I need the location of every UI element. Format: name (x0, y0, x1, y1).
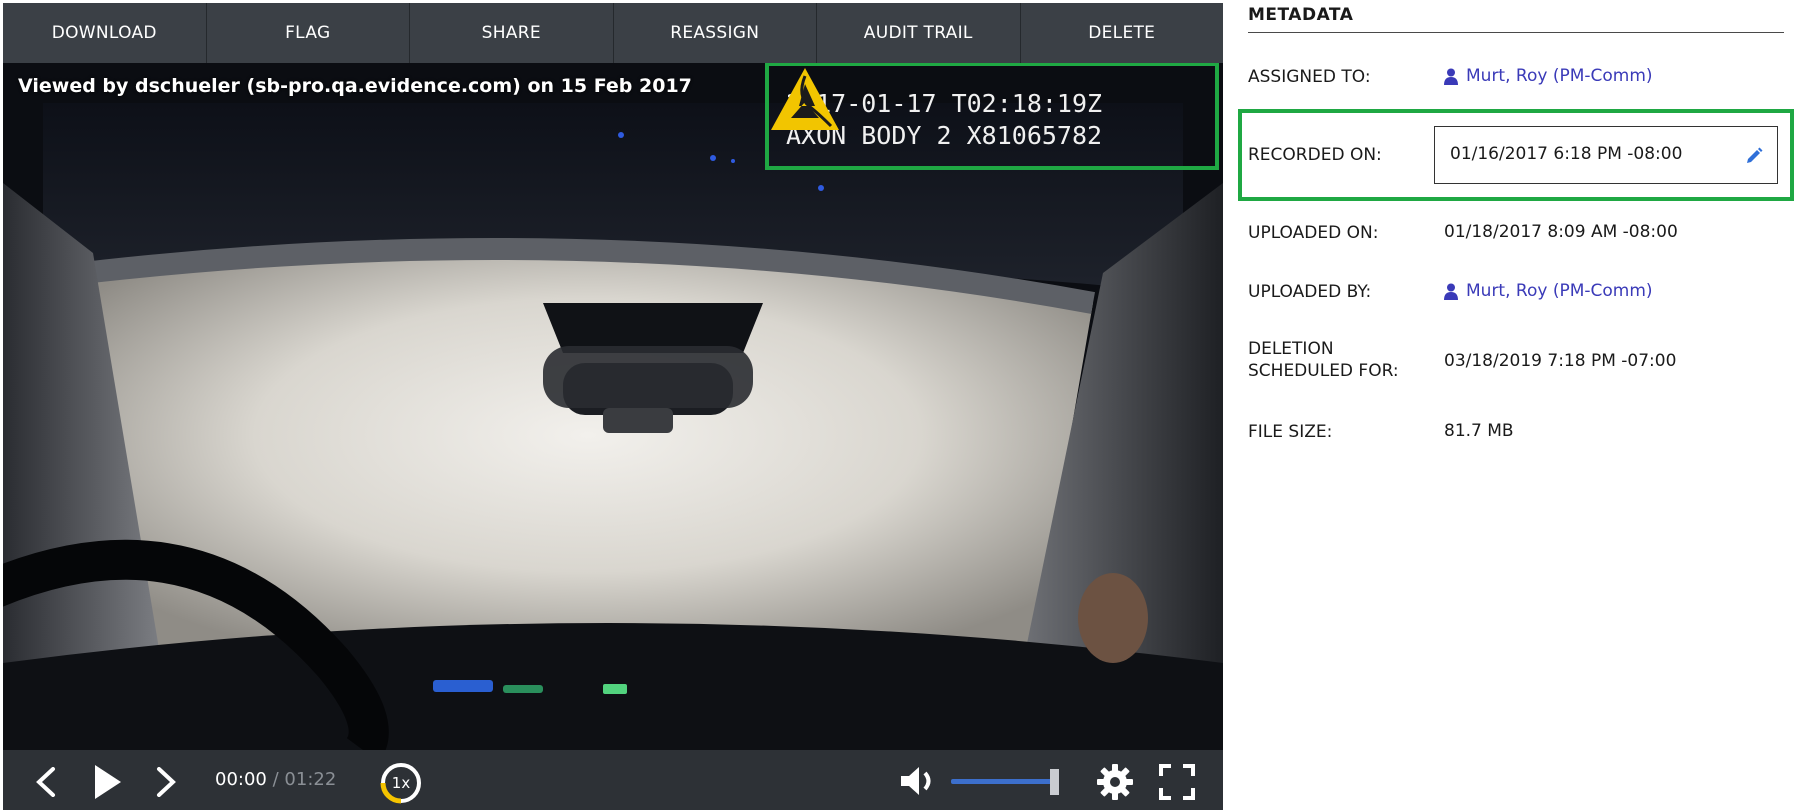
evidence-toolbar: DOWNLOAD FLAG SHARE REASSIGN AUDIT TRAIL… (3, 3, 1223, 63)
file-size-label: FILE SIZE: (1248, 422, 1333, 442)
video-player: DOWNLOAD FLAG SHARE REASSIGN AUDIT TRAIL… (3, 3, 1223, 810)
download-button[interactable]: DOWNLOAD (3, 3, 207, 63)
player-controls: 00:00 / 01:22 1x (3, 750, 1223, 810)
viewed-by-watermark: Viewed by dschueler (sb-pro.qa.evidence.… (18, 75, 692, 97)
assigned-to-value: Murt, Roy (PM-Comm) (1466, 66, 1653, 86)
volume-slider[interactable] (951, 779, 1057, 784)
uploaded-on-value: 01/18/2017 8:09 AM -08:00 (1444, 222, 1678, 242)
deletion-label-line1: DELETION (1248, 339, 1334, 359)
assigned-to-label: ASSIGNED TO: (1248, 67, 1371, 87)
user-icon (1444, 283, 1458, 300)
recorded-on-label: RECORDED ON: (1248, 145, 1382, 165)
assigned-to-link[interactable]: Murt, Roy (PM-Comm) (1444, 66, 1653, 86)
video-frame[interactable]: Viewed by dschueler (sb-pro.qa.evidence.… (3, 63, 1223, 750)
chevron-right-icon[interactable] (155, 767, 177, 797)
gear-icon[interactable] (1096, 763, 1134, 801)
camera-timestamp-overlay: 2017-01-17 T02:18:19Z AXON BODY 2 X81065… (765, 63, 1219, 170)
volume-icon[interactable] (899, 764, 939, 798)
metadata-heading: METADATA (1248, 5, 1354, 25)
chevron-left-icon[interactable] (35, 767, 57, 797)
recorded-on-field[interactable]: 01/16/2017 6:18 PM -08:00 (1434, 126, 1778, 184)
share-button[interactable]: SHARE (410, 3, 614, 63)
current-time: 00:00 (215, 769, 267, 790)
uploaded-by-value: Murt, Roy (PM-Comm) (1466, 281, 1653, 301)
playback-speed-button[interactable]: 1x (379, 761, 423, 805)
audit-trail-button[interactable]: AUDIT TRAIL (817, 3, 1021, 63)
play-icon[interactable] (93, 763, 123, 801)
delete-button[interactable]: DELETE (1021, 3, 1224, 63)
speed-label: 1x (391, 774, 411, 792)
volume-slider-thumb[interactable] (1050, 769, 1059, 795)
recorded-on-value: 01/16/2017 6:18 PM -08:00 (1450, 144, 1683, 164)
deletion-label-line2: SCHEDULED FOR: (1248, 361, 1399, 381)
metadata-divider (1248, 32, 1784, 33)
reassign-button[interactable]: REASSIGN (614, 3, 817, 63)
fullscreen-icon[interactable] (1159, 764, 1195, 800)
pencil-edit-icon[interactable] (1744, 146, 1764, 166)
file-size-value: 81.7 MB (1444, 421, 1514, 441)
metadata-panel: METADATA ASSIGNED TO: Murt, Roy (PM-Comm… (1235, 0, 1797, 810)
uploaded-on-label: UPLOADED ON: (1248, 223, 1379, 243)
uploaded-by-link[interactable]: Murt, Roy (PM-Comm) (1444, 281, 1653, 301)
uploaded-by-label: UPLOADED BY: (1248, 282, 1372, 302)
time-display: 00:00 / 01:22 (215, 769, 336, 790)
axon-logo-icon (771, 68, 839, 130)
user-icon (1444, 68, 1458, 85)
time-separator: / (272, 769, 279, 790)
deletion-scheduled-value: 03/18/2019 7:18 PM -07:00 (1444, 351, 1677, 371)
duration: 01:22 (284, 769, 337, 790)
deletion-scheduled-label: DELETION SCHEDULED FOR: (1248, 338, 1399, 382)
flag-button[interactable]: FLAG (207, 3, 410, 63)
